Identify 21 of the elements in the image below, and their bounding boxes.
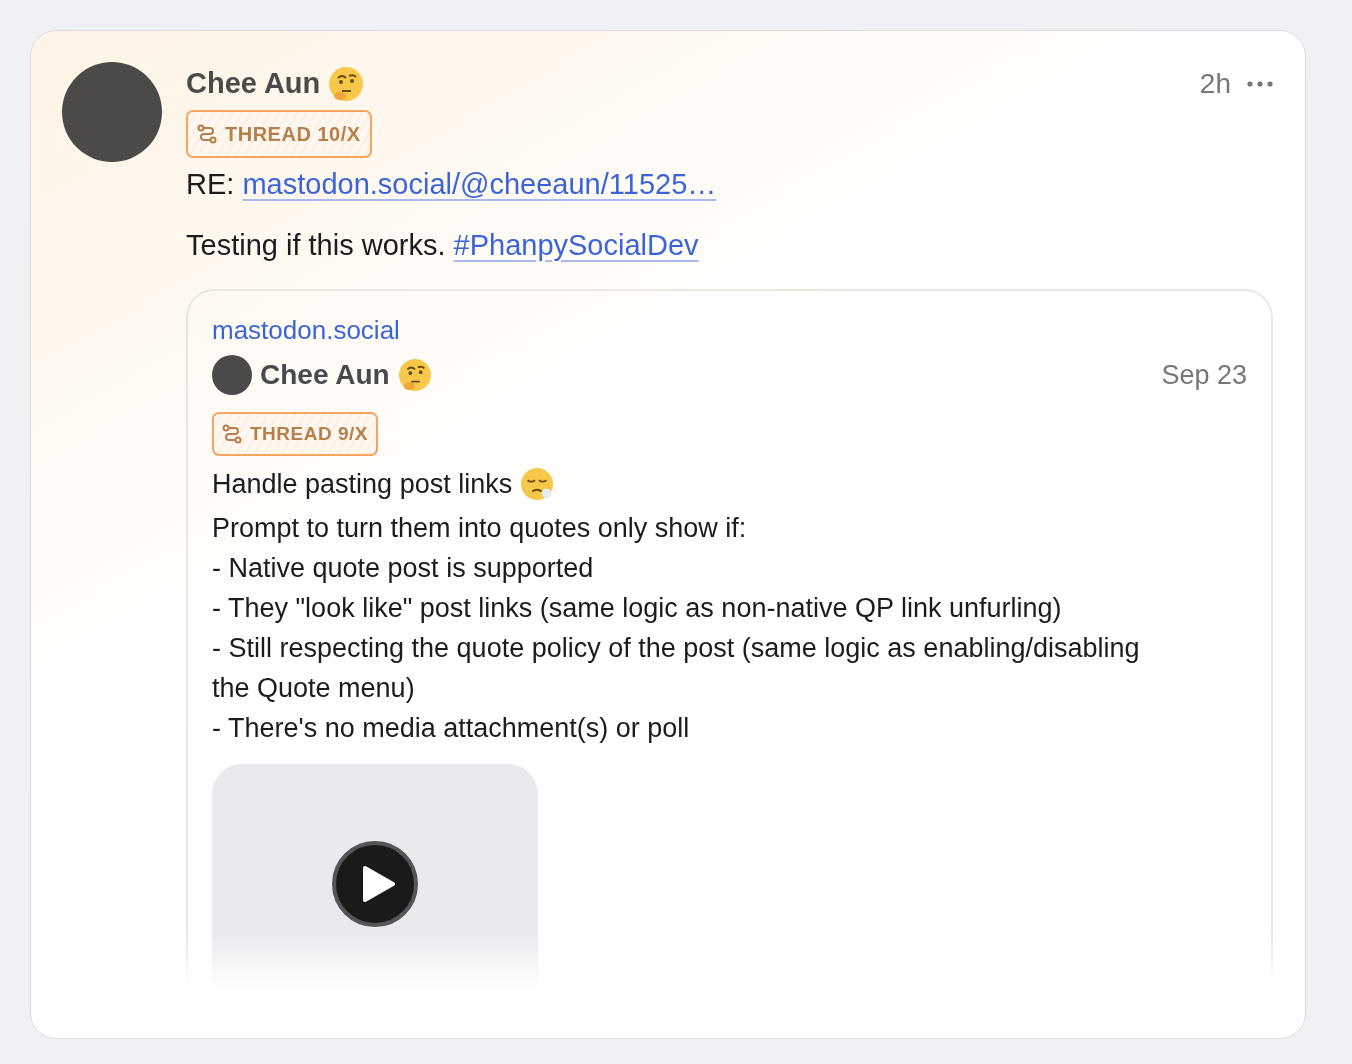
hashtag-link[interactable]: #PhanpySocialDev — [453, 229, 699, 262]
avatar — [212, 354, 252, 395]
post-text: Handle pasting post links — [212, 468, 513, 502]
thread-icon — [197, 123, 217, 144]
author-name[interactable]: Chee Aun — [186, 62, 321, 106]
more-icon[interactable] — [1247, 80, 1273, 87]
thread-icon — [222, 424, 242, 445]
link[interactable]: mastodon.social/@cheeaun/11525… — [242, 167, 717, 200]
worried-face-icon — [520, 467, 555, 502]
author-name: Chee Aun — [260, 357, 390, 392]
post-date: Sep 23 — [1161, 358, 1247, 392]
thread-badge: THREAD 10/X — [186, 109, 372, 158]
post-text: RE: mastodon.social/@cheeaun/11525… — [186, 166, 718, 202]
play-icon[interactable] — [331, 840, 419, 929]
thinking-face-icon — [328, 65, 365, 102]
thread-badge: THREAD 9/X — [212, 411, 378, 457]
post-text: Testing if this works. #PhanpySocialDev — [186, 228, 700, 264]
thinking-face-icon — [397, 357, 432, 392]
instance-domain: mastodon.social — [212, 313, 401, 347]
post-text: Prompt to turn them into quotes only show if: - Native quote post is supported - They "look like" post links (same logic as non-native QP link unfurling) - Still respecting the quote policy of the post (same logic as enabling/disabling the Quote menu) - There's no media attachment(s) or poll — [212, 512, 1141, 746]
post-time[interactable]: 2h — [1199, 62, 1231, 105]
